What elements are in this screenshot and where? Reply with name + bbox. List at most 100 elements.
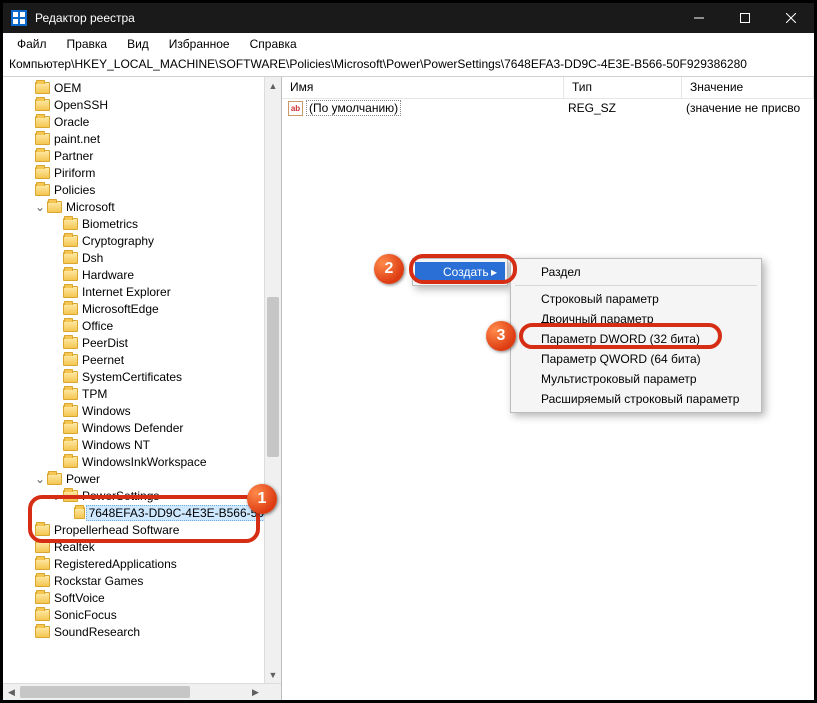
menu-view[interactable]: Вид: [119, 35, 157, 53]
tree-node[interactable]: OpenSSH: [3, 96, 281, 113]
tree-node[interactable]: SystemCertificates: [3, 368, 281, 385]
scrollbar-thumb[interactable]: [20, 686, 190, 698]
tree-scrollbar-horizontal[interactable]: ◀ ▶: [3, 683, 281, 700]
expand-icon[interactable]: ⌄: [33, 473, 47, 485]
column-value[interactable]: Значение: [682, 77, 814, 98]
menubar: Файл Правка Вид Избранное Справка: [3, 33, 814, 55]
folder-icon: [35, 626, 50, 638]
scrollbar-thumb[interactable]: [267, 297, 279, 457]
minimize-button[interactable]: [676, 3, 722, 33]
tree-node[interactable]: Office: [3, 317, 281, 334]
tree-node-label: Rockstar Games: [54, 574, 143, 588]
tree-node[interactable]: Policies: [3, 181, 281, 198]
menu-item-binary[interactable]: Двоичный параметр: [513, 309, 759, 329]
menu-item-create[interactable]: Создать: [415, 262, 505, 282]
tree-node-label: paint.net: [54, 132, 100, 146]
column-type[interactable]: Тип: [564, 77, 682, 98]
tree-node[interactable]: Oracle: [3, 113, 281, 130]
maximize-button[interactable]: [722, 3, 768, 33]
tree-node[interactable]: paint.net: [3, 130, 281, 147]
menu-favorites[interactable]: Избранное: [161, 35, 238, 53]
menu-file[interactable]: Файл: [9, 35, 55, 53]
menu-edit[interactable]: Правка: [59, 35, 116, 53]
menu-help[interactable]: Справка: [242, 35, 305, 53]
folder-icon: [35, 592, 50, 604]
tree-node-label: Oracle: [54, 115, 89, 129]
values-panel[interactable]: Имя Тип Значение ab (По умолчанию) REG_S…: [282, 77, 814, 700]
tree-scrollbar-vertical[interactable]: ▲ ▼: [264, 77, 281, 683]
scroll-up-icon[interactable]: ▲: [265, 77, 281, 94]
folder-icon: [63, 490, 78, 502]
titlebar[interactable]: Редактор реестра: [3, 3, 814, 33]
tree-node[interactable]: Propellerhead Software: [3, 521, 281, 538]
tree-node-label: Microsoft: [66, 200, 115, 214]
tree-node-label: Biometrics: [82, 217, 138, 231]
main-area: OEMOpenSSH Oracle paint.netPartnerPiriform…: [3, 77, 814, 700]
tree-node[interactable]: Cryptography: [3, 232, 281, 249]
tree-node[interactable]: PeerDist: [3, 334, 281, 351]
folder-icon: [63, 388, 78, 400]
menu-item-qword64[interactable]: Параметр QWORD (64 бита): [513, 349, 759, 369]
scroll-left-icon[interactable]: ◀: [3, 684, 20, 700]
tree-node[interactable]: Windows Defender: [3, 419, 281, 436]
list-row[interactable]: ab (По умолчанию) REG_SZ (значение не пр…: [282, 99, 814, 117]
tree-node[interactable]: ⌄PowerSettings: [3, 487, 281, 504]
tree-node[interactable]: Biometrics: [3, 215, 281, 232]
window-title: Редактор реестра: [35, 11, 135, 25]
tree-node[interactable]: RegisteredApplications: [3, 555, 281, 572]
tree-node[interactable]: MicrosoftEdge: [3, 300, 281, 317]
expand-icon[interactable]: ⌄: [49, 490, 63, 502]
tree-node[interactable]: SonicFocus: [3, 606, 281, 623]
folder-icon: [35, 99, 50, 111]
tree-node[interactable]: Windows NT: [3, 436, 281, 453]
tree-node-label: SonicFocus: [54, 608, 117, 622]
tree-node[interactable]: Internet Explorer: [3, 283, 281, 300]
window-frame: Редактор реестра Файл Правка Вид Избранн…: [0, 0, 817, 703]
close-button[interactable]: [768, 3, 814, 33]
expand-icon[interactable]: ⌄: [33, 201, 47, 213]
menu-item-dword32[interactable]: Параметр DWORD (32 бита): [513, 329, 759, 349]
tree-node[interactable]: Hardware: [3, 266, 281, 283]
tree-node[interactable]: Peernet: [3, 351, 281, 368]
tree-node[interactable]: Piriform: [3, 164, 281, 181]
tree-node[interactable]: Partner: [3, 147, 281, 164]
address-bar[interactable]: Компьютер\HKEY_LOCAL_MACHINE\SOFTWARE\Po…: [3, 55, 814, 77]
menu-item-string[interactable]: Строковый параметр: [513, 289, 759, 309]
folder-icon: [35, 116, 50, 128]
tree-node[interactable]: Windows: [3, 402, 281, 419]
tree-node-label: Office: [82, 319, 113, 333]
menu-item-key[interactable]: Раздел: [513, 262, 759, 282]
tree-node[interactable]: SoftVoice: [3, 589, 281, 606]
context-menu[interactable]: Создать: [412, 258, 508, 286]
menu-item-expandstring[interactable]: Расширяемый строковый параметр: [513, 389, 759, 409]
tree-node-label: SoundResearch: [54, 625, 140, 639]
scroll-down-icon[interactable]: ▼: [265, 666, 281, 683]
tree-node[interactable]: SoundResearch: [3, 623, 281, 640]
tree-node[interactable]: ⌄ Microsoft: [3, 198, 281, 215]
tree-node[interactable]: ⌄Power: [3, 470, 281, 487]
tree-node[interactable]: Realtek: [3, 538, 281, 555]
tree-node[interactable]: 7648EFA3-DD9C-4E3E-B566-50F9: [3, 504, 281, 521]
folder-icon: [63, 422, 78, 434]
string-value-icon: ab: [288, 101, 303, 116]
tree-node-label: RegisteredApplications: [54, 557, 177, 571]
column-name[interactable]: Имя: [282, 77, 564, 98]
tree-node-label: Policies: [54, 183, 95, 197]
tree-node-label: Peernet: [82, 353, 124, 367]
tree-node-label: MicrosoftEdge: [82, 302, 159, 316]
menu-item-multistring[interactable]: Мультистроковый параметр: [513, 369, 759, 389]
scroll-right-icon[interactable]: ▶: [247, 684, 264, 700]
folder-icon: [63, 235, 78, 247]
tree-node-label: SoftVoice: [54, 591, 105, 605]
tree-node[interactable]: OEM: [3, 79, 281, 96]
tree-node[interactable]: TPM: [3, 385, 281, 402]
tree-panel[interactable]: OEMOpenSSH Oracle paint.netPartnerPiriform…: [3, 77, 282, 700]
folder-icon: [35, 184, 50, 196]
tree-node[interactable]: Dsh: [3, 249, 281, 266]
tree-node-label: Propellerhead Software: [54, 523, 179, 537]
tree-node[interactable]: Rockstar Games: [3, 572, 281, 589]
tree-node-label: Dsh: [82, 251, 103, 265]
context-submenu[interactable]: Раздел Строковый параметр Двоичный парам…: [510, 258, 762, 413]
tree-node[interactable]: WindowsInkWorkspace: [3, 453, 281, 470]
folder-icon: [63, 320, 78, 332]
